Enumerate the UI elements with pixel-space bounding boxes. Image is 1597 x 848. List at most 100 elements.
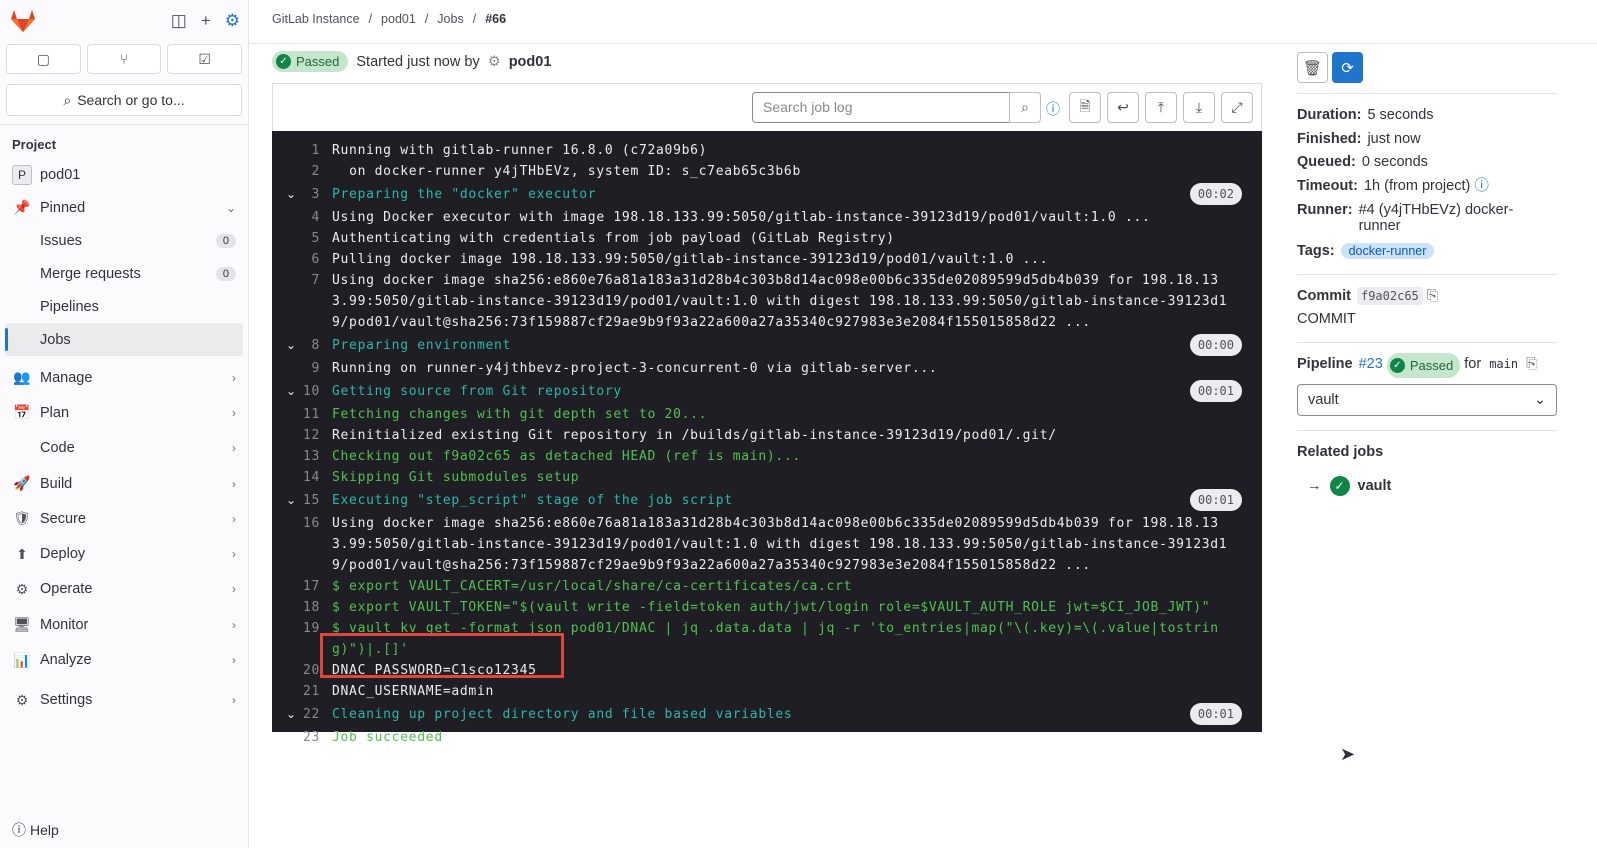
sidebar-item-monitor[interactable]: 🖥 Monitor › [0,607,248,642]
line-number[interactable]: 16 [272,513,332,576]
retry-job-button[interactable]: ⟳ [1332,52,1363,83]
sidebar-item-analyze[interactable]: 📊 Analyze › [0,642,248,677]
line-number[interactable]: 8 [272,333,332,358]
user-avatar[interactable]: ⚙ [488,54,501,70]
sidebar-item-pipelines[interactable]: Pipelines [0,290,248,323]
log-section-header[interactable]: ⌄ 22 Cleaning up project directory and fil… [272,702,1262,727]
search-button[interactable]: ⌕ Search or go to... [6,84,242,116]
related-jobs-title: Related jobs [1297,444,1384,460]
line-number[interactable]: 12 [272,425,332,446]
line-number[interactable]: 7 [272,270,332,333]
log-section-header[interactable]: ⌄ 3 Preparing the "docker" executor 00:02 [272,182,1262,207]
crumb[interactable]: GitLab Instance [272,12,360,26]
help-link[interactable]: ⓘ Help [12,820,59,840]
sidebar-item-code[interactable]: Code › [0,431,248,466]
chevron-right-icon: › [232,693,236,708]
sidebar-toggle-icon[interactable]: ◫ [171,11,187,31]
sidebar-item-secure[interactable]: 🛡 Secure › [0,501,248,536]
commit-title[interactable]: COMMIT [1297,308,1557,332]
related-job-item[interactable]: → ✓ vault [1297,475,1557,499]
line-number[interactable]: 6 [272,249,332,270]
label: Pipeline [1297,355,1353,372]
line-number[interactable]: 17 [272,576,332,597]
issues-button[interactable]: ▢ [6,44,81,74]
manage-icon: 👥 [13,369,31,386]
line-number[interactable]: 4 [272,207,332,228]
line-number[interactable]: 22 [272,702,332,727]
fullscreen-icon[interactable]: ⤢ [1221,92,1253,123]
chevron-down-icon[interactable]: ⌄ [286,182,297,207]
line-number[interactable]: 18 [272,597,332,618]
log-section-header[interactable]: ⌄ 15 Executing "step_script" stage of the … [272,488,1262,513]
todos-button[interactable]: ☑ [167,44,243,74]
line-number[interactable]: 14 [272,467,332,488]
line-number[interactable]: 3 [272,182,332,207]
user-avatar[interactable]: ⚙ [225,11,240,31]
scroll-top-icon[interactable]: ⤒ [1145,92,1177,123]
scroll-bottom-icon[interactable]: ⤓ [1183,92,1215,123]
user-link[interactable]: pod01 [509,54,552,70]
stage-select[interactable]: vault ⌄ [1297,384,1557,416]
line-number[interactable]: 11 [272,404,332,425]
plan-icon: 📅 [13,404,31,421]
sidebar-item-build[interactable]: 🚀 Build › [0,466,248,501]
branch-link[interactable]: main [1485,355,1522,373]
line-number[interactable]: 10 [272,379,332,404]
log-section-header[interactable]: ⌄ 8 Preparing environment 00:00 [272,333,1262,358]
pipeline-link[interactable]: #23 [1359,356,1383,372]
crumb[interactable]: pod01 [381,12,416,26]
finished: just now [1367,130,1421,147]
chevron-down-icon[interactable]: ⌄ [286,702,297,727]
line-number[interactable]: 1 [272,140,332,161]
log-text: $ export VAULT_TOKEN="$(vault write -fie… [332,600,1211,615]
settings-icon: ⚙ [15,691,29,708]
log-line: 11 Fetching changes with git depth set to… [272,404,1262,425]
project-avatar: P [12,164,32,185]
merge-requests-button[interactable]: ⑂ [86,44,162,74]
sidebar-item-plan[interactable]: 📅 Plan › [0,395,248,430]
pipeline-status-badge[interactable]: ✓ Passed [1386,352,1461,378]
line-number[interactable]: 13 [272,446,332,467]
line-number[interactable]: 9 [272,358,332,379]
sidebar-item-jobs[interactable]: Jobs [5,323,243,356]
erase-job-button[interactable]: 🗑 [1297,52,1328,83]
log-text: Checking out f9a02c65 as detached HEAD (… [332,449,801,464]
search-icon[interactable]: ⌕ [1009,92,1041,123]
help-icon[interactable]: ⓘ [1474,178,1489,194]
operate-icon: ⚙ [15,580,29,597]
sidebar-item-deploy[interactable]: ⬆ Deploy › [0,536,248,571]
line-number[interactable]: 21 [272,681,332,702]
help-icon[interactable]: ⓘ [1046,99,1060,119]
sidebar-item-manage[interactable]: 👥 Manage › [0,360,248,395]
sidebar-item-operate[interactable]: ⚙ Operate › [0,572,248,607]
runner: #4 (y4jTHbEVz) docker-runner [1358,202,1514,234]
status-badge[interactable]: ✓ Passed [272,51,349,72]
pinned-toggle[interactable]: 📌 Pinned ⌄ [0,191,248,224]
wrap-lines-icon[interactable]: ↩ [1107,92,1139,123]
copy-icon[interactable]: ⎘ [1526,356,1538,372]
line-number[interactable]: 23 [272,727,332,748]
search-job-log-input[interactable]: Search job log [752,92,1010,123]
crumb[interactable]: Jobs [437,12,463,26]
chevron-down-icon[interactable]: ⌄ [286,488,297,513]
raw-log-icon[interactable]: 🗎 [1069,92,1101,123]
log-text: Using docker image sha256:e860e76a81a183… [332,516,1228,573]
log-line: 7 Using docker image sha256:e860e76a81a18… [272,270,1262,333]
line-number[interactable]: 2 [272,161,332,182]
line-number[interactable]: 5 [272,228,332,249]
plus-icon[interactable]: + [201,11,211,31]
log-section-header[interactable]: ⌄ 10 Getting source from Git repository 00:… [272,379,1262,404]
commit-sha-link[interactable]: f9a02c65 [1356,286,1423,305]
line-number[interactable]: 15 [272,488,332,513]
section-duration: 00:01 [1189,489,1242,511]
gitlab-logo-icon[interactable] [10,9,36,33]
duration: 5 seconds [1367,107,1434,123]
sidebar-item-issues[interactable]: Issues 0 [0,224,248,257]
sidebar-item-settings[interactable]: ⚙ Settings › [0,683,248,718]
arrow-right-icon: → [1307,477,1322,494]
project-link[interactable]: Ppod01 [0,158,248,191]
sidebar-item-merge-requests[interactable]: Merge requests 0 [0,257,248,290]
chevron-down-icon[interactable]: ⌄ [286,333,297,358]
chevron-down-icon[interactable]: ⌄ [286,379,297,404]
copy-icon[interactable]: ⎘ [1427,288,1439,304]
